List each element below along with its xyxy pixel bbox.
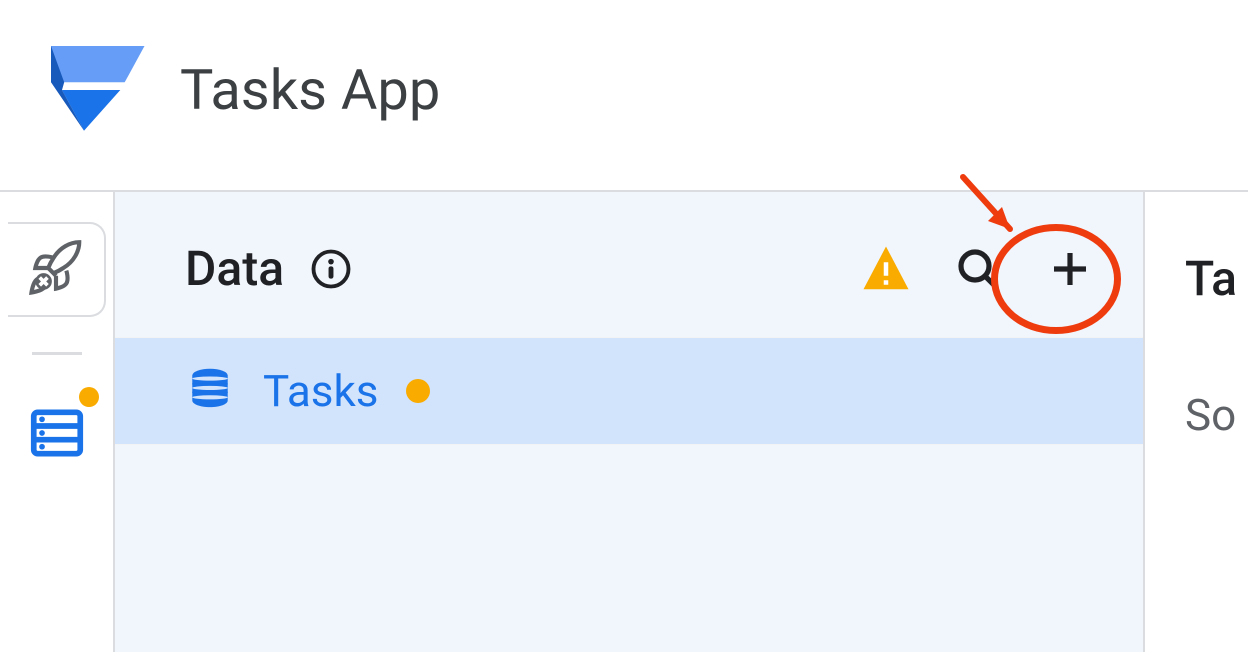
app-title: Tasks App (180, 57, 440, 123)
database-stack-icon (185, 364, 235, 418)
warning-indicator[interactable] (858, 241, 914, 297)
search-icon (954, 245, 1002, 293)
right-panel-title-fragment: Ta (1185, 250, 1248, 307)
data-source-label: Tasks (263, 365, 378, 417)
warning-triangle-icon (859, 242, 913, 296)
right-panel-sub-fragment: So (1185, 389, 1248, 441)
rocket-icon (25, 237, 87, 303)
database-icon (26, 402, 88, 468)
app-header: Tasks App (0, 0, 1248, 190)
add-data-button[interactable] (1042, 241, 1098, 297)
plus-icon (1046, 245, 1094, 293)
data-panel: Data (115, 192, 1145, 652)
nav-data-button[interactable] (17, 395, 97, 475)
appsheet-logo-icon (40, 40, 150, 140)
panel-header-actions (858, 241, 1098, 297)
info-icon (310, 248, 352, 290)
search-button[interactable] (950, 241, 1006, 297)
deploy-button[interactable] (8, 222, 106, 317)
data-panel-header: Data (115, 192, 1143, 337)
rail-divider (32, 352, 82, 355)
notification-dot (79, 387, 99, 407)
data-source-item-tasks[interactable]: Tasks (115, 337, 1143, 445)
status-dot (406, 379, 430, 403)
panel-title: Data (185, 240, 284, 297)
info-button[interactable] (310, 248, 352, 290)
right-panel: Ta So (1145, 192, 1248, 652)
left-nav-rail (0, 192, 115, 652)
content-area: Data (0, 190, 1248, 652)
